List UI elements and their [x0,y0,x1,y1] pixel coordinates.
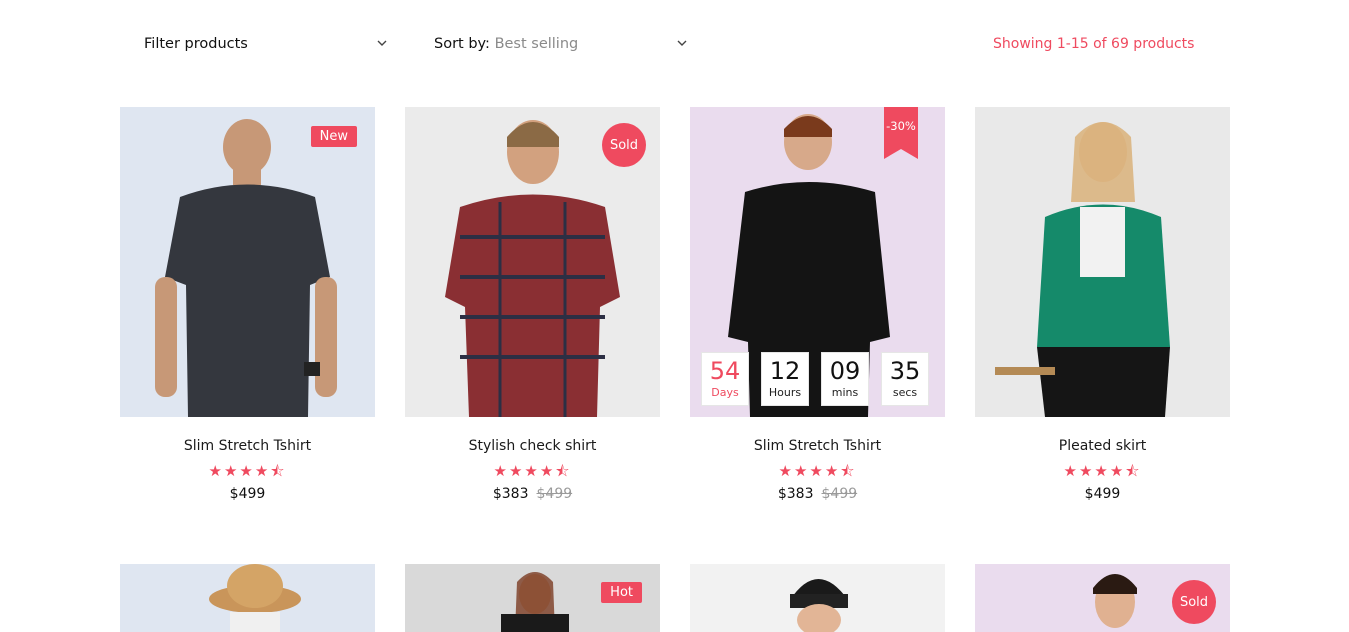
product-card[interactable]: Sold [975,564,1230,632]
product-badge: Sold [1172,580,1216,624]
product-old-price: $499 [821,486,858,502]
star-rating: ★★★★⯪ [1063,462,1142,480]
product-image[interactable]: Sold [975,564,1230,632]
sort-dropdown[interactable]: Sort by: Best selling [434,36,578,52]
star-rating: ★★★★⯪ [208,462,287,480]
product-badge: Hot [601,582,642,603]
star-rating: ★★★★⯪ [493,462,572,480]
product-price-row: $383 $499 [405,486,660,502]
sort-label: Sort by: [434,36,490,52]
product-card[interactable]: Sold Stylish check shirt ★★★★⯪ $383 $499 [405,107,660,502]
countdown-hours-label: Hours [768,386,802,399]
product-title[interactable]: Pleated skirt [975,438,1230,454]
product-image[interactable]: New [120,107,375,417]
countdown-hours-value: 12 [769,357,801,385]
countdown-hours: 12 Hours [761,352,809,406]
countdown-days-label: Days [711,386,739,399]
filter-products-dropdown[interactable]: Filter products [144,36,248,52]
product-photo [790,579,848,632]
product-badge: New [310,126,357,147]
countdown-mins-label: mins [831,386,859,399]
product-image[interactable] [690,564,945,632]
product-card[interactable]: -30% 54 Days 12 Hours 09 mins 35 secs Sl… [690,107,945,502]
product-photo [155,119,337,417]
countdown-mins-value: 09 [829,357,861,385]
countdown-timer: 54 Days 12 Hours 09 mins 35 secs [701,352,929,406]
toolbar: Filter products Sort by: Best selling Sh… [0,0,1349,92]
product-price: $383 [492,486,529,502]
product-price: $499 [1084,486,1121,502]
sort-value: Best selling [494,36,579,52]
product-badge: Sold [602,123,646,167]
product-title[interactable]: Slim Stretch Tshirt [690,438,945,454]
discount-ribbon [884,107,918,159]
product-image[interactable]: Hot [405,564,660,632]
countdown-secs-label: secs [892,386,918,399]
product-card[interactable]: Pleated skirt ★★★★⯪ $499 [975,107,1230,502]
product-image[interactable]: -30% 54 Days 12 Hours 09 mins 35 secs [690,107,945,417]
chevron-down-icon[interactable] [376,37,388,49]
product-image[interactable]: Sold [405,107,660,417]
discount-label: -30% [886,119,916,133]
countdown-days: 54 Days [701,352,749,406]
product-card[interactable]: Hot [405,564,660,632]
product-title[interactable]: Slim Stretch Tshirt [120,438,375,454]
product-title[interactable]: Stylish check shirt [405,438,660,454]
product-price-row: $499 [120,486,375,502]
product-price-row: $499 [975,486,1230,502]
product-old-price: $499 [536,486,573,502]
countdown-mins: 09 mins [821,352,869,406]
product-card[interactable]: New Slim Stretch Tshirt ★★★★⯪ $499 [120,107,375,502]
star-rating: ★★★★⯪ [778,462,857,480]
product-image[interactable] [120,564,375,632]
countdown-secs-value: 35 [889,357,921,385]
product-card[interactable] [120,564,375,632]
product-photo [209,564,301,632]
filter-label: Filter products [144,36,248,52]
product-price: $383 [777,486,814,502]
product-image[interactable] [975,107,1230,417]
product-photo [995,122,1170,417]
results-count: Showing 1-15 of 69 products [993,36,1195,52]
product-price-row: $383 $499 [690,486,945,502]
product-card[interactable] [690,564,945,632]
countdown-days-value: 54 [709,357,741,385]
countdown-secs: 35 secs [881,352,929,406]
chevron-down-icon[interactable] [676,37,688,49]
product-price: $499 [229,486,266,502]
